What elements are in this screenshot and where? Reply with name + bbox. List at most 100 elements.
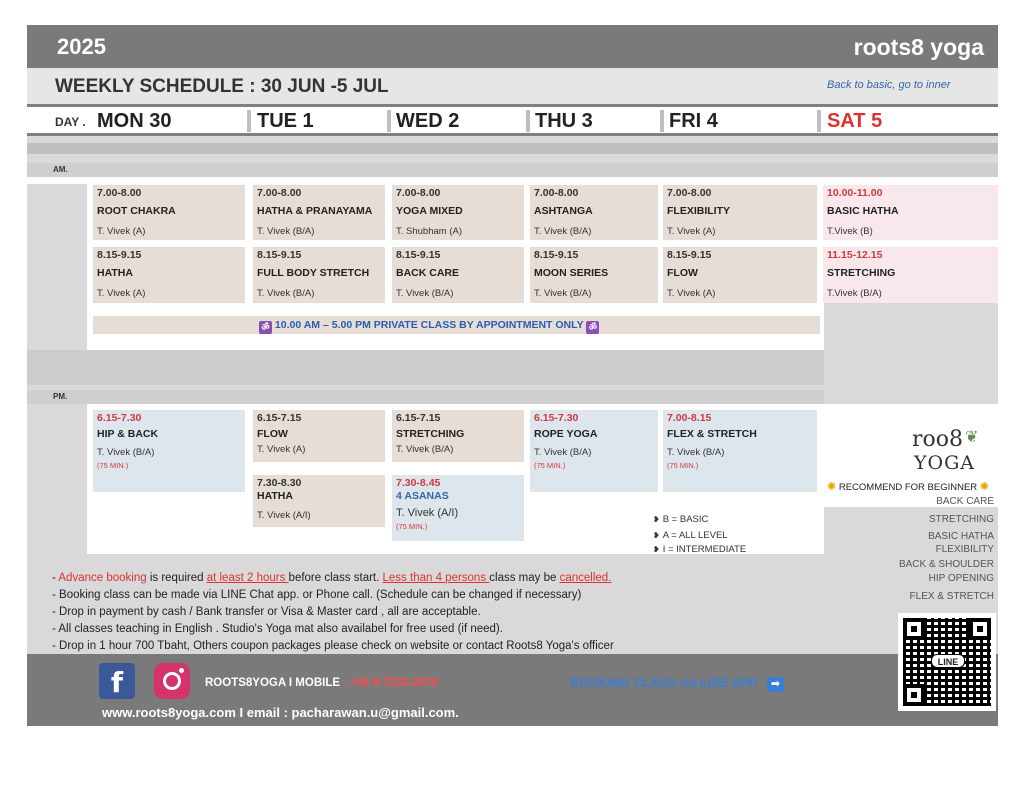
private-class-text: 10.00 AM – 5.00 PM PRIVATE CLASS BY APPO… <box>274 319 584 331</box>
class-time: 7.00-8.00 <box>257 187 302 199</box>
note-line-3: - Drop in payment by cash / Bank transfe… <box>52 606 481 618</box>
class-time: 7.30-8.45 <box>396 477 441 489</box>
day-tue: TUE 1 <box>257 110 314 132</box>
class-name: FLEXIBILITY <box>667 205 730 217</box>
class-card[interactable]: 7.00-8.00 ROOT CHAKRA T. Vivek (A) <box>93 185 245 240</box>
class-duration: (75 MIN.) <box>667 461 699 470</box>
recommend-item: HIP OPENING <box>928 573 994 584</box>
class-card[interactable]: 8.15-9.15 FLOW T. Vivek (A) <box>663 247 817 303</box>
class-time: 10.00-11.00 <box>827 187 883 199</box>
class-time: 7.00-8.15 <box>667 412 712 424</box>
day-separator <box>660 110 664 132</box>
day-sat: SAT 5 <box>827 110 883 132</box>
day-mon: MON 30 <box>97 110 172 132</box>
class-name: HATHA & PRANAYAMA <box>257 205 373 217</box>
footer: f ROOTS8YOGA I MOBILE : +66 9-7232-2678 … <box>27 654 998 726</box>
class-name: 4 ASANAS <box>396 490 449 502</box>
line-qr-code[interactable]: LINE <box>898 613 996 711</box>
recommend-item: BASIC HATHA <box>928 531 994 542</box>
top-bar: 2025 roots8 yoga <box>27 25 998 68</box>
logo-top: roo8 <box>912 427 964 452</box>
class-card[interactable]: 7.00-8.00 YOGA MIXED T. Shubham (A) <box>392 185 524 240</box>
class-time: 11.15-12.15 <box>827 249 883 261</box>
schedule-page: 2025 roots8 yoga WEEKLY SCHEDULE : 30 JU… <box>27 25 998 726</box>
class-card[interactable]: 6.15-7.30 ROPE YOGA T. Vivek (B/A) (75 M… <box>530 410 658 492</box>
class-teacher: T.Vivek (B/A) <box>827 288 882 299</box>
day-label: DAY . <box>55 115 86 129</box>
class-name: HIP & BACK <box>97 428 159 440</box>
class-duration: (75 MIN.) <box>97 461 129 470</box>
class-card[interactable]: 8.15-9.15 FULL BODY STRETCH T. Vivek (B/… <box>253 247 385 303</box>
recommend-item: STRETCHING <box>929 514 994 525</box>
class-name: ASHTANGA <box>534 205 593 217</box>
class-teacher: T. Vivek (B/A) <box>534 288 592 299</box>
class-teacher: T. Vivek (B/A) <box>396 288 454 299</box>
class-card[interactable]: 7.30-8.45 4 ASANAS T. Vivek (A/I) (75 MI… <box>392 475 524 541</box>
booking-line-link[interactable]: BOOKING CLASS via LINE APP. ➡ <box>570 676 784 692</box>
legend-text: I = INTERMEDIATE <box>662 544 747 555</box>
title-bar: WEEKLY SCHEDULE : 30 JUN -5 JUL Back to … <box>27 68 998 104</box>
class-name: FLEX & STRETCH <box>667 428 757 440</box>
om-icon: ॐ <box>259 321 272 334</box>
class-teacher: T. Vivek (B/A) <box>396 444 454 455</box>
mobile-number[interactable]: : +66 9-7232-2678 <box>340 677 438 689</box>
class-card[interactable]: 6.15-7.15 FLOW T. Vivek (A) <box>253 410 385 462</box>
recommend-item: BACK & SHOULDER <box>898 559 994 570</box>
day-thu: THU 3 <box>535 110 593 132</box>
class-card[interactable]: 7.00-8.00 HATHA & PRANAYAMA T. Vivek (B/… <box>253 185 385 240</box>
facebook-icon[interactable]: f <box>99 663 135 699</box>
class-card[interactable]: 8.15-9.15 MOON SERIES T. Vivek (B/A) <box>530 247 658 303</box>
leaf-icon: ❦ <box>965 429 979 446</box>
class-name: ROPE YOGA <box>534 428 598 440</box>
class-card[interactable]: 8.15-9.15 BACK CARE T. Vivek (B/A) <box>392 247 524 303</box>
white-strip <box>27 177 998 184</box>
class-name: HATHA <box>97 267 133 279</box>
class-card[interactable]: 8.15-9.15 HATHA T. Vivek (A) <box>93 247 245 303</box>
recommend-item: BACK CARE <box>936 496 994 507</box>
class-card[interactable]: 7.00-8.15 FLEX & STRETCH T. Vivek (B/A) … <box>663 410 817 492</box>
class-teacher: T. Vivek (A) <box>257 444 306 455</box>
legend-basic: ❥ B = BASIC <box>653 514 708 525</box>
class-teacher: T. Vivek (B/A) <box>534 226 592 237</box>
class-teacher: T. Vivek (A) <box>667 288 716 299</box>
class-time: 8.15-9.15 <box>97 249 142 261</box>
class-card[interactable]: 6.15-7.30 HIP & BACK T. Vivek (B/A) (75 … <box>93 410 245 492</box>
class-name: HATHA <box>257 490 293 502</box>
class-time: 7.00-8.00 <box>396 187 441 199</box>
arrow-right-icon: ➡ <box>766 677 784 692</box>
class-name: YOGA MIXED <box>396 205 463 217</box>
legend-arrow-icon: ❥ <box>653 515 660 524</box>
recommend-heading-text: RECOMMEND FOR BEGINNER <box>838 482 978 493</box>
class-name: STRETCHING <box>827 267 896 279</box>
logo-bottom: YOGA <box>914 452 976 474</box>
class-time: 7.00-8.00 <box>667 187 712 199</box>
class-card[interactable]: 7.30-8.30 HATHA T. Vivek (A/I) <box>253 475 385 527</box>
class-time: 8.15-9.15 <box>257 249 302 261</box>
day-separator <box>247 110 251 132</box>
brand-name: roots8 yoga <box>853 34 984 60</box>
class-teacher: T. Vivek (B/A) <box>534 447 592 458</box>
note-line-1: - Advance booking is required at least 2… <box>52 572 612 584</box>
tagline: Back to basic, go to inner <box>827 79 951 91</box>
class-card[interactable]: 7.00-8.00 ASHTANGA T. Vivek (B/A) <box>530 185 658 240</box>
page-title: WEEKLY SCHEDULE : 30 JUN -5 JUL <box>55 76 389 97</box>
sun-icon: ✺ <box>827 481 837 493</box>
class-name: MOON SERIES <box>534 267 609 279</box>
class-teacher: T. Vivek (A) <box>97 226 146 237</box>
class-name: ROOT CHAKRA <box>97 205 176 217</box>
recommend-item: FLEXIBILITY <box>935 544 994 555</box>
day-separator <box>526 110 530 132</box>
instagram-icon[interactable] <box>154 663 190 699</box>
class-card[interactable]: 7.00-8.00 FLEXIBILITY T. Vivek (A) <box>663 185 817 240</box>
class-time: 6.15-7.15 <box>257 412 302 424</box>
class-time: 8.15-9.15 <box>667 249 712 261</box>
website-email[interactable]: www.roots8yoga.com I email : pacharawan.… <box>102 705 459 720</box>
class-time: 7.30-8.30 <box>257 477 302 489</box>
class-card[interactable]: 10.00-11.00 BASIC HATHA T.Vivek (B) <box>823 185 998 240</box>
class-name: STRETCHING <box>396 428 465 440</box>
class-teacher: T.Vivek (B) <box>827 226 873 237</box>
class-card[interactable]: 6.15-7.15 STRETCHING T. Vivek (B/A) <box>392 410 524 462</box>
legend-arrow-icon: ❥ <box>653 531 660 540</box>
class-card[interactable]: 11.15-12.15 STRETCHING T.Vivek (B/A) <box>823 247 998 303</box>
divider-band <box>27 143 998 154</box>
